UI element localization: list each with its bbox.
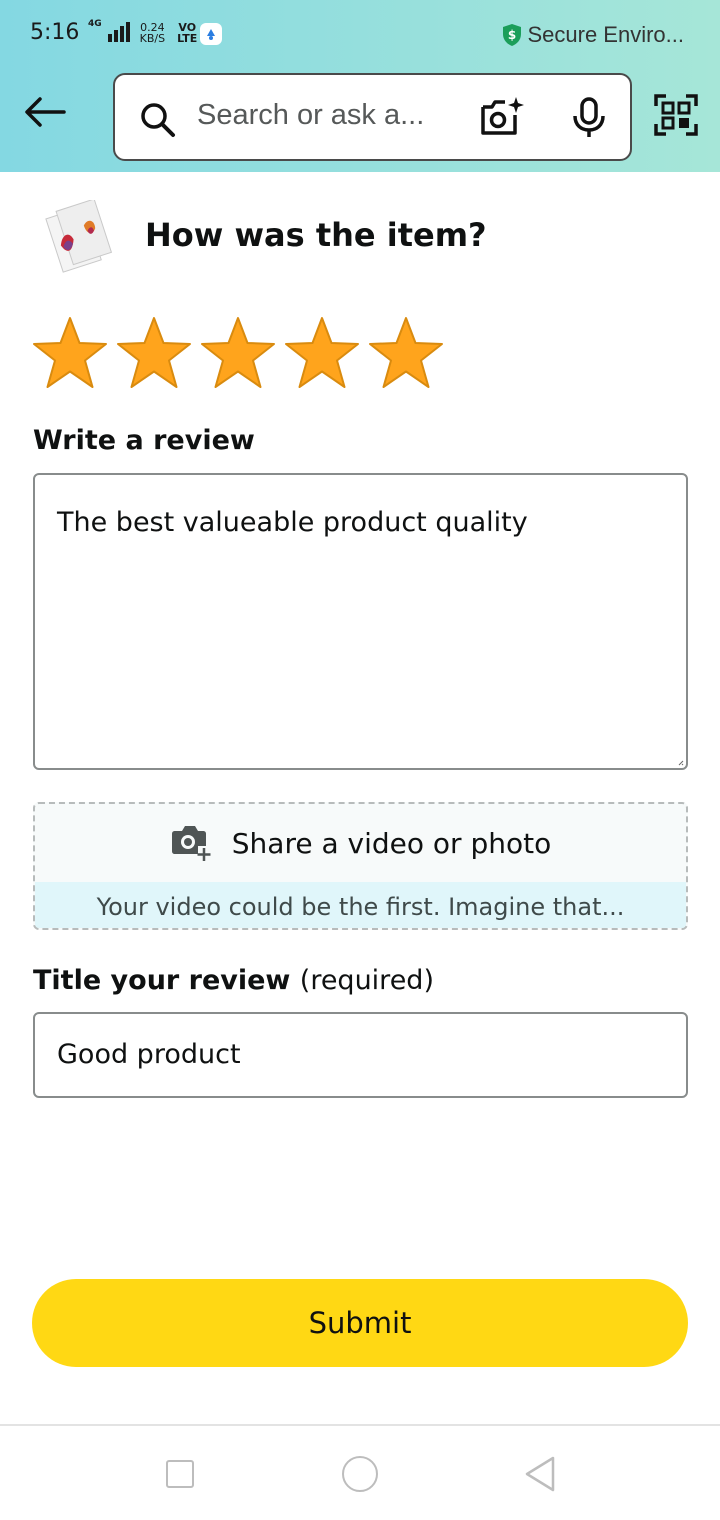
review-textarea[interactable]: The best valueable product quality [33,473,688,770]
search-icon [141,103,175,137]
microphone-icon[interactable] [571,97,607,139]
write-review-label: Write a review [33,425,255,456]
status-bar: 5:16 4G 0.24 KB/S VO LTE $ Secure Enviro… [0,0,720,70]
star-icon-2[interactable] [114,315,194,391]
title-review-label: Title your review (required) [33,965,434,996]
network-type: 4G [88,19,102,29]
star-rating[interactable] [30,315,446,391]
submit-button[interactable]: Submit [32,1279,688,1367]
media-hint-text: Your video could be the first. Imagine t… [96,893,625,921]
review-title-input[interactable]: Good product [33,1012,688,1098]
nav-back-icon[interactable] [523,1455,557,1493]
app-header: 5:16 4G 0.24 KB/S VO LTE $ Secure Enviro… [0,0,720,172]
camera-add-icon [171,826,211,861]
secure-text: Secure Enviro... [527,22,684,47]
secure-environment: $ Secure Enviro... [501,22,684,48]
search-input[interactable]: Search or ask a... [197,99,424,132]
network-indicator: 4G 0.24 KB/S VO LTE [88,19,197,45]
search-bar[interactable]: Search or ask a... [113,73,632,161]
title-required-note: (required) [299,965,434,996]
review-title-value: Good product [57,1039,241,1070]
svg-text:$: $ [508,28,516,42]
title-label-text: Title your review [33,965,291,996]
camera-lens-icon[interactable] [479,95,525,139]
home-icon[interactable] [342,1456,378,1492]
status-time: 5:16 [30,20,80,45]
net-speed: 0.24 KB/S [140,22,165,44]
shield-dollar-icon: $ [503,24,522,46]
back-button[interactable] [24,94,66,130]
star-icon-5[interactable] [366,315,446,391]
resize-grip-icon[interactable] [678,760,684,766]
net-speed-unit: KB/S [139,32,166,45]
share-media-box[interactable]: Share a video or photo Your video could … [33,802,688,930]
review-question: How was the item? [145,216,487,254]
qr-scanner-button[interactable] [654,94,698,140]
system-nav-bar [0,1424,720,1520]
submit-label: Submit [308,1306,412,1340]
recent-apps-icon[interactable] [166,1460,194,1488]
share-media-label: Share a video or photo [231,826,552,860]
volte-bottom: LTE [177,32,198,45]
share-media-button[interactable]: Share a video or photo [35,804,686,882]
star-icon-3[interactable] [198,315,278,391]
notification-app-icon [200,23,222,45]
qr-code-icon [654,94,698,136]
volte-indicator: VO LTE [177,22,197,44]
arrow-left-icon [25,97,66,127]
signal-icon [107,20,130,42]
star-icon-1[interactable] [30,315,110,391]
review-text-value: The best valueable product quality [57,507,528,538]
product-image [38,198,120,278]
star-icon-4[interactable] [282,315,362,391]
media-hint-banner: Your video could be the first. Imagine t… [35,882,686,928]
